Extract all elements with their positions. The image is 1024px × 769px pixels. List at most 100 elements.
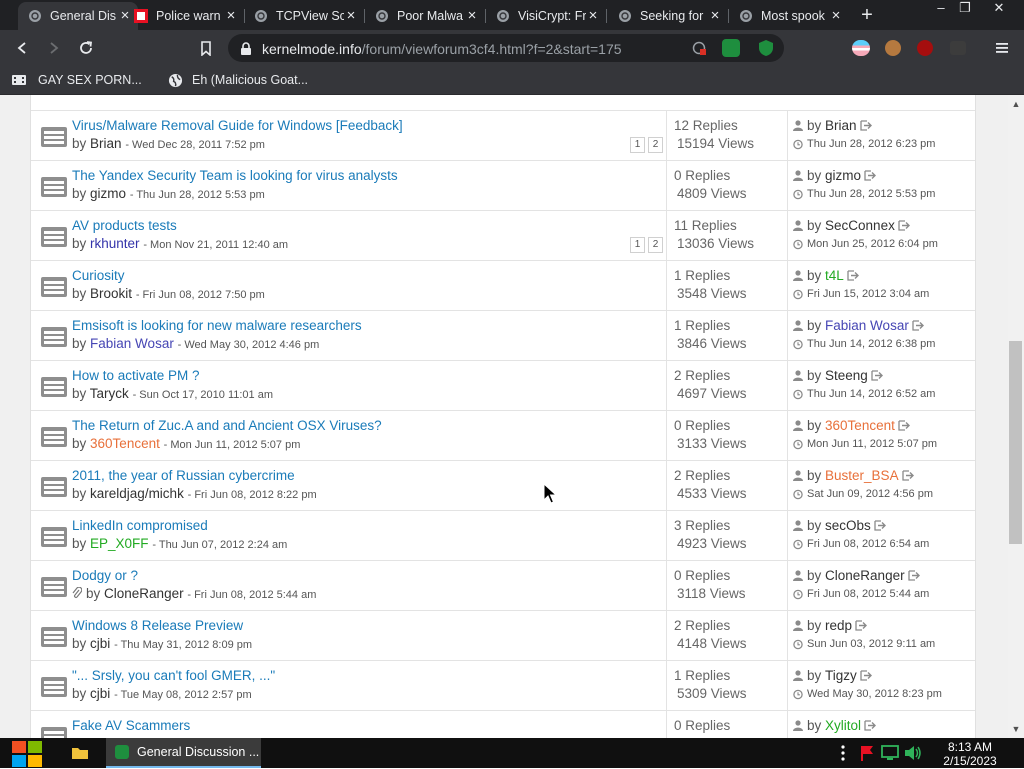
last-post-author-link[interactable]: SecConnex xyxy=(825,218,895,233)
page-link[interactable]: 1 xyxy=(630,137,645,153)
goto-last-post-icon[interactable] xyxy=(874,520,886,531)
topic-title-link[interactable]: Curiosity xyxy=(72,268,125,283)
bookmark-item-1[interactable]: Eh (Malicious Goat... xyxy=(168,70,308,90)
tab-2[interactable]: TCPView Sc × xyxy=(244,2,364,30)
tab-3[interactable]: Poor Malwa × xyxy=(365,2,485,30)
topic-author-link[interactable]: Brian xyxy=(90,136,122,151)
goto-last-post-icon[interactable] xyxy=(912,320,924,331)
topic-title-link[interactable]: Emsisoft is looking for new malware rese… xyxy=(72,318,362,333)
scroll-up-arrow-icon[interactable]: ▲ xyxy=(1011,99,1021,109)
bookmark-button[interactable] xyxy=(194,37,218,59)
bookmark-item-0[interactable]: GAY SEX PORN... xyxy=(12,70,142,90)
last-post-author-link[interactable]: Brian xyxy=(825,118,857,133)
page-link[interactable]: 2 xyxy=(648,237,663,253)
profile-avatar-icon[interactable] xyxy=(885,40,901,56)
goto-last-post-icon[interactable] xyxy=(898,420,910,431)
tab-favicon xyxy=(134,9,148,23)
last-post-author-link[interactable]: Buster_BSA xyxy=(825,468,899,483)
topic-author-link[interactable]: CloneRanger xyxy=(104,586,184,601)
scrollbar-thumb[interactable] xyxy=(1009,341,1022,544)
network-button[interactable] xyxy=(881,743,899,763)
goto-last-post-icon[interactable] xyxy=(859,120,872,131)
tab-close-icon[interactable]: × xyxy=(465,8,479,23)
blocked-cookie-icon[interactable] xyxy=(692,41,706,55)
last-post-author-link[interactable]: Fabian Wosar xyxy=(825,318,909,333)
goto-last-post-icon[interactable] xyxy=(898,220,910,231)
topic-author-link[interactable]: gizmo xyxy=(90,186,126,201)
new-tab-button[interactable]: + xyxy=(857,5,877,25)
network-icon xyxy=(881,745,899,760)
extension-flag-icon[interactable] xyxy=(852,40,870,56)
last-post-author-link[interactable]: Steeng xyxy=(825,368,868,383)
topic-author-link[interactable]: cjbi xyxy=(90,686,110,701)
tab-5[interactable]: Seeking for × xyxy=(608,2,728,30)
topic-title-link[interactable]: The Return of Zuc.A and and Ancient OSX … xyxy=(72,418,382,433)
last-post-author-link[interactable]: Xylitol xyxy=(825,718,861,733)
shield-extension-icon[interactable] xyxy=(758,39,774,57)
goto-last-post-icon[interactable] xyxy=(864,720,877,731)
last-post-author-link[interactable]: 360Tencent xyxy=(825,418,895,433)
windows-start-icon[interactable] xyxy=(10,739,44,769)
topic-title-link[interactable]: How to activate PM ? xyxy=(72,368,200,383)
tab-0[interactable]: General Dis × xyxy=(18,2,138,30)
window-close-button[interactable]: ✕ xyxy=(982,0,1016,18)
tab-close-icon[interactable]: × xyxy=(586,8,600,23)
topic-title-link[interactable]: Windows 8 Release Preview xyxy=(72,618,243,633)
page-link[interactable]: 2 xyxy=(648,137,663,153)
page-link[interactable]: 1 xyxy=(630,237,645,253)
topic-title-link[interactable]: Virus/Malware Removal Guide for Windows … xyxy=(72,118,403,133)
last-post-author-link[interactable]: Tigzy xyxy=(825,668,857,683)
goto-last-post-icon[interactable] xyxy=(901,470,914,481)
topic-title-link[interactable]: The Yandex Security Team is looking for … xyxy=(72,168,398,183)
action-flag-button[interactable] xyxy=(858,743,876,763)
forward-button[interactable] xyxy=(42,37,66,59)
tab-close-icon[interactable]: × xyxy=(829,8,843,23)
topic-author-link[interactable]: 360Tencent xyxy=(90,436,160,451)
tab-4[interactable]: VisiCrypt: Fr × xyxy=(486,2,606,30)
restore-button[interactable]: ❐ xyxy=(948,0,982,18)
extension-grey-icon[interactable] xyxy=(950,41,966,55)
topic-author-link[interactable]: Brookit xyxy=(90,286,132,301)
last-post-author-link[interactable]: CloneRanger xyxy=(825,568,905,583)
topic-author-link[interactable]: EP_X0FF xyxy=(90,536,149,551)
topic-title-link[interactable]: 2011, the year of Russian cybercrime xyxy=(72,468,295,483)
tab-close-icon[interactable]: × xyxy=(708,8,722,23)
goto-last-post-icon[interactable] xyxy=(847,270,859,281)
goto-last-post-icon[interactable] xyxy=(860,670,872,681)
topic-title-link[interactable]: Fake AV Scammers xyxy=(72,718,190,733)
show-hidden-icons-button[interactable] xyxy=(834,743,852,763)
goto-last-post-icon[interactable] xyxy=(907,570,920,581)
vertical-scrollbar[interactable]: ▲ ▼ xyxy=(1008,95,1024,738)
topic-author-link[interactable]: Fabian Wosar xyxy=(90,336,174,351)
ublock-icon[interactable] xyxy=(917,40,933,56)
tab-1[interactable]: Police warn × xyxy=(124,2,244,30)
goto-last-post-icon[interactable] xyxy=(855,620,868,631)
system-clock[interactable]: 8:13 AM 2/15/2023 xyxy=(930,740,1010,768)
last-post-author-link[interactable]: secObs xyxy=(825,518,871,533)
volume-button[interactable] xyxy=(904,743,922,763)
topic-title-link[interactable]: LinkedIn compromised xyxy=(72,518,208,533)
tab-close-icon[interactable]: × xyxy=(224,8,238,23)
topic-title-link[interactable]: "... Srsly, you can't fool GMER, ..." xyxy=(72,668,275,683)
extension-green-icon[interactable] xyxy=(722,39,740,57)
topic-author-link[interactable]: cjbi xyxy=(90,636,110,651)
scroll-down-arrow-icon[interactable]: ▼ xyxy=(1011,724,1021,734)
back-button[interactable] xyxy=(10,37,34,59)
menu-button[interactable] xyxy=(990,37,1014,59)
topic-author-link[interactable]: Taryck xyxy=(90,386,129,401)
goto-last-post-icon[interactable] xyxy=(864,170,877,181)
topic-title-link[interactable]: Dodgy or ? xyxy=(72,568,138,583)
tab-close-icon[interactable]: × xyxy=(344,8,358,23)
last-post-author-link[interactable]: gizmo xyxy=(825,168,861,183)
topic-title-link[interactable]: AV products tests xyxy=(72,218,177,233)
goto-last-post-icon[interactable] xyxy=(871,370,883,381)
last-post-author-link[interactable]: redp xyxy=(825,618,852,633)
reload-button[interactable] xyxy=(74,37,98,59)
address-bar[interactable]: kernelmode.info/forum/viewforum3cf4.html… xyxy=(228,34,784,62)
taskbar-browser-window[interactable]: General Discussion ... xyxy=(106,738,261,768)
topic-author-link[interactable]: kareldjag/michk xyxy=(90,486,184,501)
file-explorer-button[interactable] xyxy=(66,741,94,765)
topic-author-link[interactable]: rkhunter xyxy=(90,236,140,251)
tab-6[interactable]: Most spook × xyxy=(729,2,849,30)
last-post-author-link[interactable]: t4L xyxy=(825,268,844,283)
